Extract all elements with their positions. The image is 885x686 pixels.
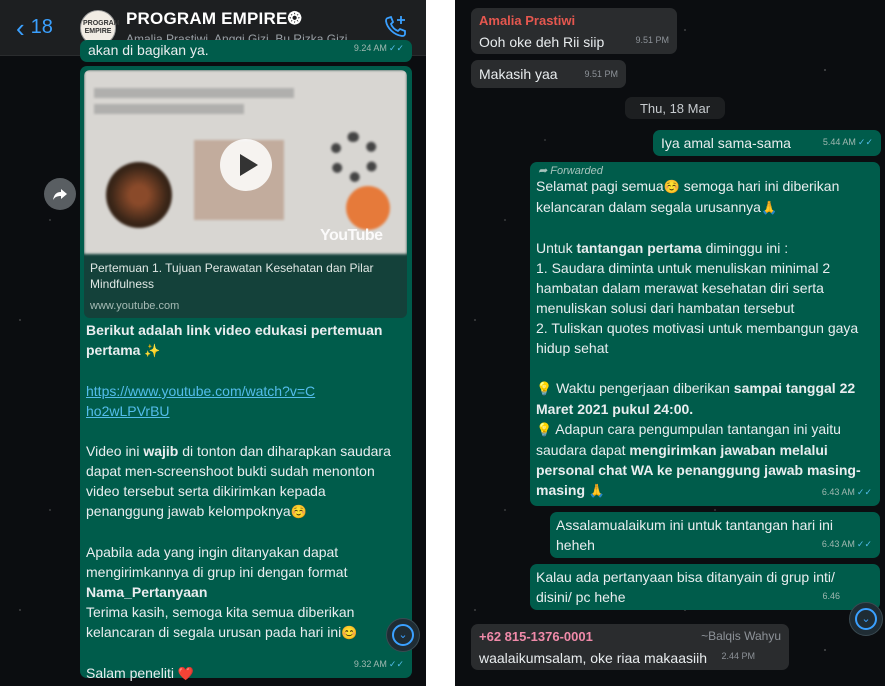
time-text: 6.43 AM	[821, 539, 855, 549]
forward-icon	[53, 189, 67, 200]
smile-icon: 😊	[341, 625, 358, 640]
message-text: Assalamualaikum ini untuk tantangan hari…	[556, 517, 834, 553]
thumb-disc	[106, 162, 172, 228]
forward-button[interactable]	[44, 178, 76, 210]
l2-bold: tantangan pertama	[576, 240, 702, 256]
message-bubble-link[interactable]: YouTube Pertemuan 1. Tujuan Perawatan Ke…	[80, 66, 412, 681]
thumb-text	[94, 104, 244, 114]
message-bubble[interactable]: +62 815-1376-0001 ~Balqis Wahyu waalaiku…	[471, 624, 789, 670]
message-bubble-forwarded[interactable]: ➦ Forwarded Selamat pagi semua☺️ semoga …	[530, 162, 880, 506]
scroll-down-icon: ⌄	[392, 624, 414, 646]
p1-text: Berikut adalah link video edukasi pertem…	[86, 322, 383, 358]
message-time: 6.46	[822, 591, 840, 601]
l2-a: Untuk	[536, 240, 577, 256]
smile-icon: ☺️	[663, 179, 680, 194]
scroll-down-button[interactable]: ⌄	[849, 602, 883, 636]
scroll-down-button[interactable]: ⌄	[386, 618, 420, 652]
scroll-down-icon: ⌄	[855, 608, 877, 630]
message-time: 9.51 PM	[635, 35, 669, 45]
l2-b: diminggu ini :	[701, 240, 789, 256]
group-title-text: PROGRAM EMPIRE	[126, 9, 288, 28]
back-button[interactable]: ‹ 18	[16, 12, 53, 43]
message-time: 9.51 PM	[584, 69, 618, 79]
message-time: 2.44 PM	[721, 651, 755, 661]
time-text: 5.44 AM	[822, 137, 856, 147]
link-preview-card[interactable]: YouTube Pertemuan 1. Tujuan Perawatan Ke…	[84, 70, 407, 318]
line-3: 1. Saudara diminta untuk menuliskan mini…	[536, 260, 831, 316]
time-text: 9.24 AM	[353, 43, 387, 53]
sender-alias: ~Balqis Wahyu	[701, 629, 781, 643]
double-check-icon: ✓✓	[856, 487, 872, 497]
message-time: 5.44 AM ✓✓	[823, 132, 873, 152]
message-body: Berikut adalah link video edukasi pertem…	[86, 320, 396, 684]
p2-bold: wajib	[143, 443, 179, 459]
youtube-link[interactable]: https://www.youtube.com/watch?v=Cho2wLPV…	[86, 381, 316, 421]
l1-text: Selamat pagi semua	[536, 178, 664, 194]
double-check-icon: ✓✓	[856, 539, 872, 549]
l5-a: Waktu pengerjaan diberikan	[552, 380, 734, 396]
message-text: Iya amal sama-sama	[661, 135, 791, 151]
p4-text: Salam peneliti	[86, 665, 174, 681]
date-separator: Thu, 18 Mar	[625, 97, 725, 119]
praying-hands-icon: 🙏	[760, 200, 778, 215]
avatar-label: PROGRAM EMPIRE	[83, 20, 120, 35]
lightbulb-icon: 💡	[536, 381, 553, 396]
praying-hands-icon: 🙏	[588, 483, 606, 498]
message-bubble[interactable]: Amalia Prastiwi Ooh oke deh Rii siip 9.5…	[471, 8, 677, 54]
thumb-circle	[346, 186, 390, 230]
call-add-icon[interactable]	[383, 14, 409, 40]
double-check-icon: ✓✓	[388, 43, 404, 53]
message-text: akan di bagikan ya.	[88, 42, 209, 58]
group-title-emoji: ❂	[287, 9, 302, 28]
message-bubble[interactable]: Kalau ada pertanyaan bisa ditanyain di g…	[530, 564, 880, 610]
message-bubble-top[interactable]: akan di bagikan ya. 9.24 AM ✓✓	[80, 40, 412, 62]
time-text: 6.43 AM	[821, 487, 855, 497]
line-4: 2. Tuliskan quotes motivasi untuk memban…	[536, 320, 859, 356]
paragraph-2: Video ini wajib di tonton dan diharapkan…	[86, 441, 396, 522]
paragraph-3: Apabila ada yang ingin ditanyakan dapat …	[86, 542, 396, 643]
unread-count: 18	[30, 16, 53, 38]
message-text: Makasih yaa	[479, 66, 558, 82]
message-time: 6.43 AM ✓✓	[822, 482, 872, 502]
message-time: 6.43 AM ✓✓	[822, 534, 872, 554]
message-bubble[interactable]: Makasih yaa 9.51 PM	[471, 60, 626, 88]
heart-icon: ❤️	[177, 666, 195, 681]
double-check-icon: ✓✓	[857, 137, 873, 147]
lightbulb-icon: 💡	[536, 422, 553, 437]
back-chevron-icon: ‹	[16, 12, 25, 43]
group-title[interactable]: PROGRAM EMPIRE❂	[126, 9, 302, 29]
p3-a: Apabila ada yang ingin ditanyakan dapat …	[86, 544, 348, 580]
preview-title: Pertemuan 1. Tujuan Perawatan Kesehatan …	[90, 261, 374, 291]
p3-bold: Nama_Pertanyaan	[86, 584, 208, 600]
message-bubble[interactable]: Iya amal sama-sama 5.44 AM ✓✓	[653, 130, 881, 156]
message-time: 9.24 AM ✓✓	[354, 38, 404, 58]
line-1: Selamat pagi semua☺️ semoga hari ini dib…	[536, 176, 872, 218]
line-5: 💡 Waktu pengerjaan diberikan sampai tang…	[536, 378, 872, 419]
chat-pane-left: ‹ 18 PROGRAM EMPIRE PROGRAM EMPIRE❂ Amal…	[0, 0, 426, 686]
smile-icon: ☺️	[290, 504, 307, 519]
message-text: waalaikumsalam, oke riaa makaasiih	[479, 650, 707, 666]
message-time: 9.32 AM ✓✓	[354, 654, 404, 674]
thumb-gear	[329, 132, 379, 182]
message-text: Ooh oke deh Rii siip	[479, 34, 605, 50]
thumb-text	[94, 88, 294, 98]
message-body: Selamat pagi semua☺️ semoga hari ini dib…	[536, 176, 872, 501]
chat-pane-right: Amalia Prastiwi Ooh oke deh Rii siip 9.5…	[455, 0, 885, 686]
sender-name[interactable]: Amalia Prastiwi	[479, 12, 575, 29]
sender-name[interactable]: +62 815-1376-0001	[479, 628, 593, 645]
youtube-logo: YouTube	[320, 227, 383, 244]
sparkles-icon: ✨	[144, 343, 161, 358]
p3-b: Terima kasih, semoga kita semua diberika…	[86, 604, 355, 640]
double-check-icon: ✓✓	[388, 659, 404, 669]
message-bubble[interactable]: Assalamualaikum ini untuk tantangan hari…	[550, 512, 880, 558]
paragraph-1: Berikut adalah link video edukasi pertem…	[86, 320, 396, 361]
paragraph-4: Salam peneliti ❤️	[86, 663, 396, 684]
message-text: Kalau ada pertanyaan bisa ditanyain di g…	[536, 569, 835, 605]
p2-a: Video ini	[86, 443, 144, 459]
preview-domain: www.youtube.com	[90, 300, 180, 312]
play-icon[interactable]	[220, 139, 272, 191]
time-text: 9.32 AM	[353, 659, 387, 669]
line-2: Untuk tantangan pertama diminggu ini :	[536, 238, 872, 258]
